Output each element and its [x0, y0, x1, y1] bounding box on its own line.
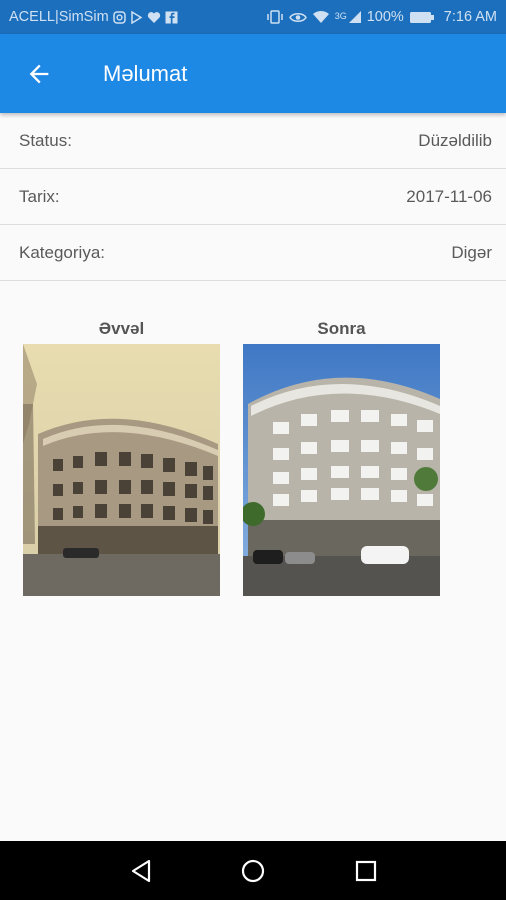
- wifi-icon: [312, 10, 329, 23]
- before-photo[interactable]: [23, 344, 220, 596]
- category-value: Digər: [451, 242, 492, 262]
- status-value: Düzəldilib: [418, 130, 492, 150]
- carrier-text: ACELL|SimSim: [9, 9, 109, 25]
- battery-icon: [409, 11, 434, 23]
- home-circle-icon[interactable]: [240, 858, 266, 884]
- play-icon: [130, 10, 143, 24]
- clock: 7:16 AM: [443, 9, 497, 25]
- after-photo[interactable]: [243, 344, 440, 596]
- date-value: 2017-11-06: [406, 186, 492, 206]
- after-label: Sonra: [317, 319, 366, 338]
- app-bar: Məlumat: [0, 34, 506, 113]
- navigation-bar: [0, 841, 506, 900]
- category-row: Kategoriya: Digər: [0, 225, 506, 281]
- date-label: Tarix:: [19, 186, 60, 206]
- battery-percent: 100%: [366, 9, 404, 25]
- network-type: 3G: [334, 11, 347, 21]
- arrow-left-icon[interactable]: [25, 60, 53, 88]
- instagram-icon: [112, 10, 126, 24]
- before-label: Əvvəl: [98, 319, 145, 338]
- facebook-icon: [165, 11, 178, 23]
- vibrate-icon: [266, 10, 283, 24]
- status-bar: ACELL|SimSim 3G 100% 7:16 AM: [0, 0, 506, 34]
- back-triangle-icon[interactable]: [128, 858, 154, 884]
- before-photo-column: Əvvəl: [23, 318, 220, 596]
- recents-square-icon[interactable]: [353, 858, 379, 884]
- date-row: Tarix: 2017-11-06: [0, 169, 506, 225]
- status-row: Status: Düzəldilib: [0, 113, 506, 169]
- signal-icon: [348, 11, 361, 23]
- status-label: Status:: [19, 130, 72, 150]
- after-photo-column: Sonra: [243, 318, 440, 596]
- heart-icon: [147, 11, 160, 23]
- page-title: Məlumat: [103, 61, 188, 86]
- eye-icon: [288, 12, 307, 22]
- category-label: Kategoriya:: [19, 242, 105, 262]
- details-list: Status: Düzəldilib Tarix: 2017-11-06 Kat…: [0, 113, 506, 281]
